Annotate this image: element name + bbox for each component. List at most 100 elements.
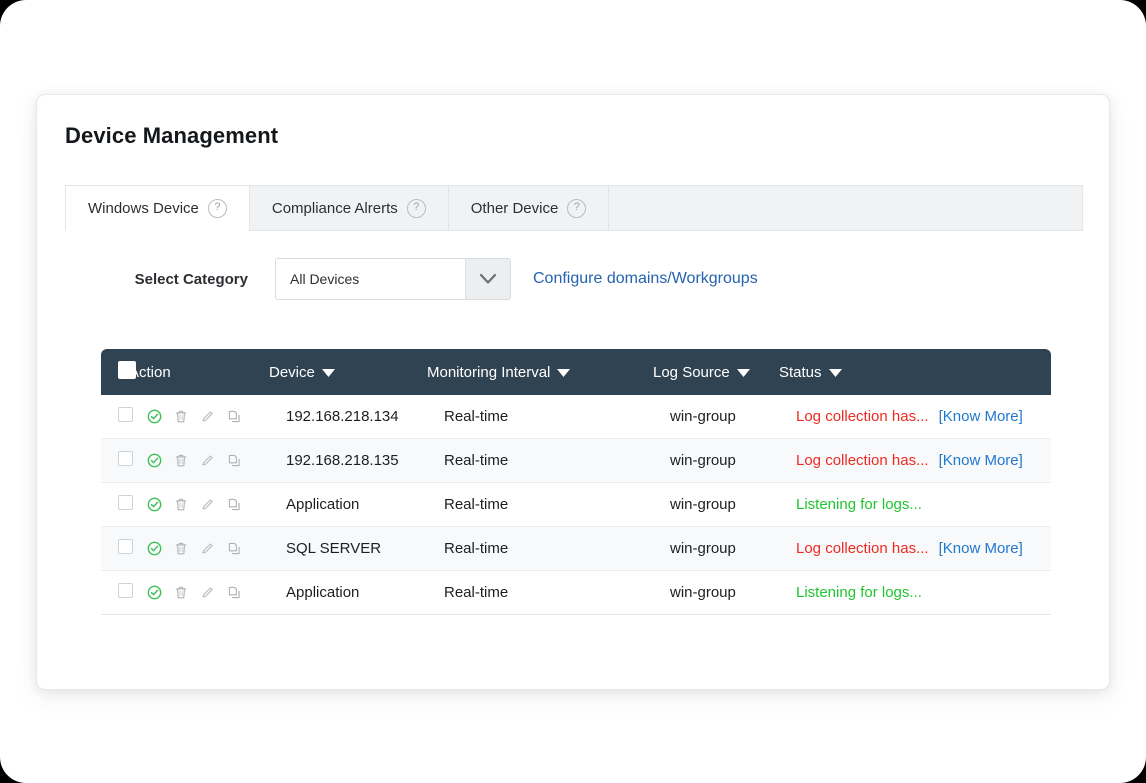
edit-icon[interactable] [200, 497, 215, 512]
device-name: Application [269, 584, 359, 601]
row-checkbox[interactable] [118, 539, 133, 554]
status-text: Log collection has... [796, 452, 929, 469]
monitoring-interval: Real-time [427, 452, 508, 469]
row-select-cell [101, 483, 129, 527]
copy-icon[interactable] [227, 497, 242, 512]
table-row[interactable]: Application Real-time win-group Listenin… [101, 483, 1051, 527]
know-more-link[interactable]: [Know More] [939, 408, 1023, 425]
copy-icon[interactable] [227, 585, 242, 600]
row-status-cell: Log collection has... [Know More] [779, 395, 1051, 439]
enable-icon[interactable] [147, 453, 162, 468]
row-source-cell: win-group [653, 571, 779, 615]
edit-icon[interactable] [200, 453, 215, 468]
header-status[interactable]: Status [779, 349, 1051, 395]
log-source: win-group [653, 584, 736, 601]
chevron-down-icon[interactable] [465, 259, 510, 299]
edit-icon[interactable] [200, 409, 215, 424]
enable-icon[interactable] [147, 409, 162, 424]
log-source: win-group [653, 408, 736, 425]
know-more-link[interactable]: [Know More] [939, 540, 1023, 557]
tab-bar-filler [609, 185, 1083, 230]
row-action-cell [129, 395, 269, 439]
table-row[interactable]: 192.168.218.134 Real-time win-group Log … [101, 395, 1051, 439]
sort-caret-down-icon[interactable] [557, 364, 570, 381]
edit-icon[interactable] [200, 541, 215, 556]
help-icon[interactable]: ? [407, 199, 426, 218]
row-select-cell [101, 571, 129, 615]
help-icon[interactable]: ? [208, 199, 227, 218]
row-source-cell: win-group [653, 527, 779, 571]
row-status-cell: Listening for logs... [779, 571, 1051, 615]
log-source: win-group [653, 452, 736, 469]
table-row[interactable]: 192.168.218.135 Real-time win-group Log … [101, 439, 1051, 483]
row-action-cell [129, 483, 269, 527]
delete-icon[interactable] [174, 453, 188, 468]
delete-icon[interactable] [174, 409, 188, 424]
header-label: Device [269, 364, 315, 381]
row-device-cell: Application [269, 483, 427, 527]
enable-icon[interactable] [147, 497, 162, 512]
tab-label: Compliance Alrerts [272, 200, 398, 217]
row-interval-cell: Real-time [427, 571, 653, 615]
row-source-cell: win-group [653, 395, 779, 439]
row-action-cell [129, 527, 269, 571]
table-row[interactable]: Application Real-time win-group Listenin… [101, 571, 1051, 615]
edit-icon[interactable] [200, 585, 215, 600]
category-select-value[interactable]: All Devices [276, 259, 465, 299]
monitoring-interval: Real-time [427, 408, 508, 425]
table-row[interactable]: SQL SERVER Real-time win-group Log colle… [101, 527, 1051, 571]
sort-caret-down-icon[interactable] [829, 364, 842, 381]
header-action: Action [129, 349, 269, 395]
delete-icon[interactable] [174, 541, 188, 556]
monitoring-interval: Real-time [427, 584, 508, 601]
tab-compliance-alerts[interactable]: Compliance Alrerts ? [250, 185, 449, 230]
sort-caret-down-icon[interactable] [322, 364, 335, 381]
devices-table: Action Device [101, 349, 1051, 615]
header-label: Status [779, 364, 822, 381]
know-more-link[interactable]: [Know More] [939, 452, 1023, 469]
delete-icon[interactable] [174, 497, 188, 512]
devices-table-container: Action Device [101, 349, 1051, 615]
header-label: Monitoring Interval [427, 364, 550, 381]
copy-icon[interactable] [227, 541, 242, 556]
row-interval-cell: Real-time [427, 483, 653, 527]
tab-windows-device[interactable]: Windows Device ? [65, 185, 250, 230]
row-device-cell: 192.168.218.134 [269, 395, 427, 439]
header-monitoring-interval[interactable]: Monitoring Interval [427, 349, 653, 395]
log-source: win-group [653, 496, 736, 513]
copy-icon[interactable] [227, 453, 242, 468]
row-status-cell: Log collection has... [Know More] [779, 439, 1051, 483]
row-select-cell [101, 527, 129, 571]
tab-other-device[interactable]: Other Device ? [449, 185, 610, 230]
row-action-cell [129, 439, 269, 483]
row-source-cell: win-group [653, 439, 779, 483]
row-checkbox[interactable] [118, 495, 133, 510]
delete-icon[interactable] [174, 585, 188, 600]
row-status-cell: Listening for logs... [779, 483, 1051, 527]
header-device[interactable]: Device [269, 349, 427, 395]
copy-icon[interactable] [227, 409, 242, 424]
enable-icon[interactable] [147, 585, 162, 600]
configure-domains-link[interactable]: Configure domains/Workgroups [533, 270, 758, 288]
row-checkbox[interactable] [118, 583, 133, 598]
status-text: Listening for logs... [796, 496, 922, 513]
sort-caret-down-icon[interactable] [737, 364, 750, 381]
log-source: win-group [653, 540, 736, 557]
row-checkbox[interactable] [118, 407, 133, 422]
row-interval-cell: Real-time [427, 395, 653, 439]
header-select-all-cell [101, 349, 129, 395]
row-select-cell [101, 395, 129, 439]
row-interval-cell: Real-time [427, 527, 653, 571]
row-device-cell: Application [269, 571, 427, 615]
table-head: Action Device [101, 349, 1051, 395]
table-header-row: Action Device [101, 349, 1051, 395]
tab-label: Windows Device [88, 200, 199, 217]
device-name: 192.168.218.135 [269, 452, 399, 469]
enable-icon[interactable] [147, 541, 162, 556]
header-log-source[interactable]: Log Source [653, 349, 779, 395]
status-text: Log collection has... [796, 408, 929, 425]
help-icon[interactable]: ? [567, 199, 586, 218]
header-label: Log Source [653, 364, 730, 381]
row-checkbox[interactable] [118, 451, 133, 466]
category-select[interactable]: All Devices [275, 258, 511, 300]
